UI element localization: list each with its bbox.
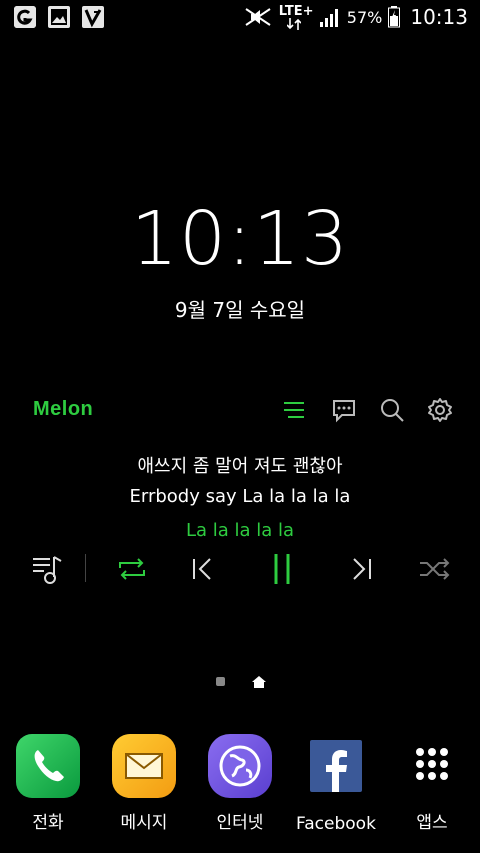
page-indicator xyxy=(0,676,480,690)
dock-label-facebook: Facebook xyxy=(296,814,376,834)
lyric-line-previous: 애쓰지 좀 말어 져도 괜찮아 xyxy=(137,456,343,477)
status-bar: LTE+ 57% 10:13 xyxy=(0,0,480,34)
app-notification-icon xyxy=(82,6,104,28)
dock-item-messages[interactable]: 메시지 xyxy=(96,734,192,833)
shuffle-icon[interactable] xyxy=(416,551,452,587)
search-icon[interactable] xyxy=(378,396,406,424)
battery-icon xyxy=(388,6,401,28)
pause-icon[interactable] xyxy=(264,551,300,587)
phone-icon[interactable] xyxy=(16,734,80,798)
status-time: 10:13 xyxy=(410,5,468,29)
dock-label-internet: 인터넷 xyxy=(216,813,264,833)
gallery-notification-icon xyxy=(14,6,36,28)
playlist-menu-icon[interactable] xyxy=(280,396,308,424)
repeat-icon[interactable] xyxy=(114,551,150,587)
dock-item-phone[interactable]: 전화 xyxy=(0,734,96,833)
signal-icon xyxy=(319,9,338,27)
app-dock: 전화 메시지 인터넷 Facebook 앱스 xyxy=(0,734,480,844)
lyric-line: Errbody say La la la la la xyxy=(129,486,351,507)
envelope-icon[interactable] xyxy=(112,734,176,798)
dock-label-phone: 전화 xyxy=(32,813,64,833)
dock-item-internet[interactable]: 인터넷 xyxy=(192,734,288,833)
next-track-icon[interactable] xyxy=(344,551,380,587)
dock-label-apps: 앱스 xyxy=(416,813,448,833)
image-notification-icon xyxy=(48,6,70,28)
mute-icon xyxy=(245,8,271,26)
dock-item-apps[interactable]: 앱스 xyxy=(384,734,480,833)
lte-indicator: LTE+ xyxy=(279,4,314,30)
music-queue-icon[interactable] xyxy=(30,551,66,587)
controls-divider xyxy=(85,554,86,582)
dock-label-messages: 메시지 xyxy=(120,813,168,833)
apps-grid-icon[interactable] xyxy=(400,734,464,798)
dock-item-facebook[interactable]: Facebook xyxy=(288,734,384,834)
home-page-dot-icon[interactable] xyxy=(252,676,266,688)
facebook-icon-wrap xyxy=(304,740,368,804)
player-controls xyxy=(0,548,480,590)
lyric-line-current: La la la la la xyxy=(185,520,295,541)
facebook-icon[interactable] xyxy=(310,740,362,792)
lockscreen-clock: 10:13 xyxy=(130,196,350,282)
page-dot[interactable] xyxy=(216,677,225,686)
battery-percent: 57% xyxy=(346,7,383,27)
melon-logo[interactable]: Melon xyxy=(33,398,93,421)
globe-icon[interactable] xyxy=(208,734,272,798)
previous-track-icon[interactable] xyxy=(184,551,220,587)
settings-gear-icon[interactable] xyxy=(426,396,454,424)
lockscreen-date: 9월 7일 수요일 xyxy=(174,298,306,322)
lyrics-chat-icon[interactable] xyxy=(330,396,358,424)
lock-screen: LTE+ 57% 10:13 10:13 9월 7일 수요일 Melon 애쓰지… xyxy=(0,0,480,853)
